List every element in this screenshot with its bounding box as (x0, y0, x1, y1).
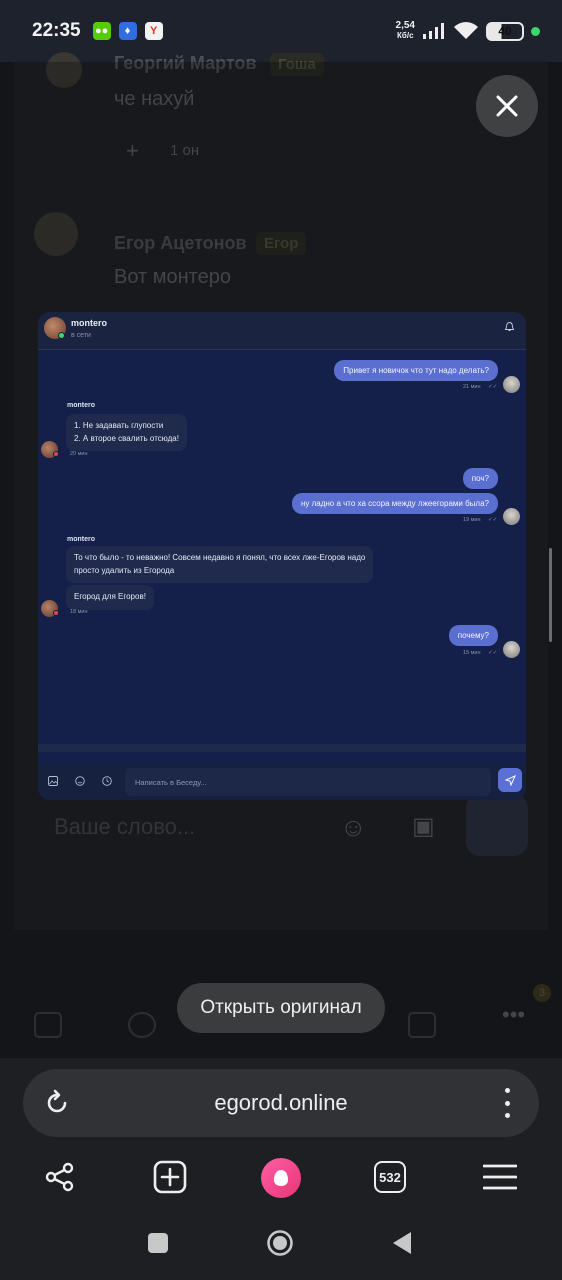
plus-icon (153, 1160, 187, 1194)
read-check-icon: ✓✓ (488, 650, 498, 656)
outgoing-message: ну ладно а что ха ссора между лжеегорами… (291, 493, 498, 514)
incoming-message: 1. Не задавать глупости 2. А второе свал… (66, 414, 187, 451)
status-badge (53, 610, 59, 616)
message-time: 15 мин (463, 650, 481, 656)
scrollbar[interactable] (549, 548, 552, 642)
message-time: 20 мин (70, 451, 88, 457)
home-button[interactable] (265, 1228, 295, 1258)
address-bar[interactable]: egorod.online (23, 1069, 539, 1137)
avatar (503, 508, 520, 525)
close-icon (496, 95, 518, 117)
emoji-icon (75, 776, 85, 786)
tabs-count: 532 (374, 1161, 406, 1193)
message-input: Написать в Беседу... (125, 768, 491, 796)
incoming-message: Егород для Егоров! (66, 585, 154, 610)
status-app-icons: ●● ♦ Y (92, 22, 163, 40)
chat-status: в сети (71, 332, 91, 339)
send-icon (504, 774, 516, 786)
incoming-message: То что было - то неважно! Совсем недавно… (66, 546, 374, 583)
outgoing-message: поч? (462, 468, 498, 489)
sender-name: montero (67, 402, 95, 409)
read-check-icon: ✓✓ (488, 384, 498, 390)
charging-dot (531, 26, 540, 36)
image-icon (48, 776, 58, 786)
sender-name: montero (67, 536, 95, 543)
alice-icon (274, 1170, 288, 1186)
hamburger-menu-button[interactable] (483, 1160, 517, 1194)
circle-icon (267, 1230, 293, 1256)
avatar (503, 641, 520, 658)
share-icon (45, 1162, 74, 1192)
network-speed: 2,54 Кб/с (395, 20, 415, 41)
clock-icon (102, 776, 112, 786)
close-button[interactable] (476, 75, 538, 137)
a-app-icon: ♦ (118, 22, 137, 40)
alice-button[interactable] (261, 1158, 301, 1198)
outgoing-message: Привет я новичок что тут надо делать? (334, 360, 498, 381)
chat-header: montero в сети (38, 312, 526, 350)
menu-icon[interactable] (503, 1088, 511, 1118)
online-indicator (58, 332, 65, 339)
status-time: 22:35 (32, 20, 81, 41)
bell-icon (505, 322, 514, 331)
open-original-button[interactable]: Открыть оригинал (177, 983, 385, 1033)
yandex-icon: Y (144, 22, 163, 40)
send-button (498, 768, 522, 792)
new-tab-button[interactable] (153, 1160, 187, 1194)
hamburger-icon (483, 1164, 517, 1190)
message-time: 19 мин (463, 517, 481, 523)
chat-title: montero (71, 318, 107, 328)
recents-button[interactable] (143, 1228, 173, 1258)
square-icon (148, 1233, 168, 1253)
message-time: 18 мин (70, 609, 88, 615)
battery-indicator: 40 (486, 21, 524, 41)
chat-input-bar: Написать в Беседу... (38, 764, 526, 800)
back-triangle-icon (393, 1232, 411, 1254)
back-button[interactable] (387, 1228, 417, 1258)
outgoing-message: почему? (448, 625, 498, 646)
read-check-icon: ✓✓ (488, 517, 498, 523)
tabs-button[interactable]: 532 (373, 1160, 407, 1194)
duolingo-icon: ●● (92, 22, 111, 40)
divider (38, 744, 526, 752)
status-badge (53, 451, 59, 457)
avatar (503, 376, 520, 393)
signal-icon (423, 23, 444, 39)
wifi-icon (454, 22, 478, 39)
url-text: egorod.online (214, 1090, 348, 1115)
message-time: 21 мин (463, 384, 481, 390)
image-preview[interactable]: montero в сети Привет я новичок что тут … (38, 312, 526, 800)
share-button[interactable] (43, 1160, 77, 1194)
